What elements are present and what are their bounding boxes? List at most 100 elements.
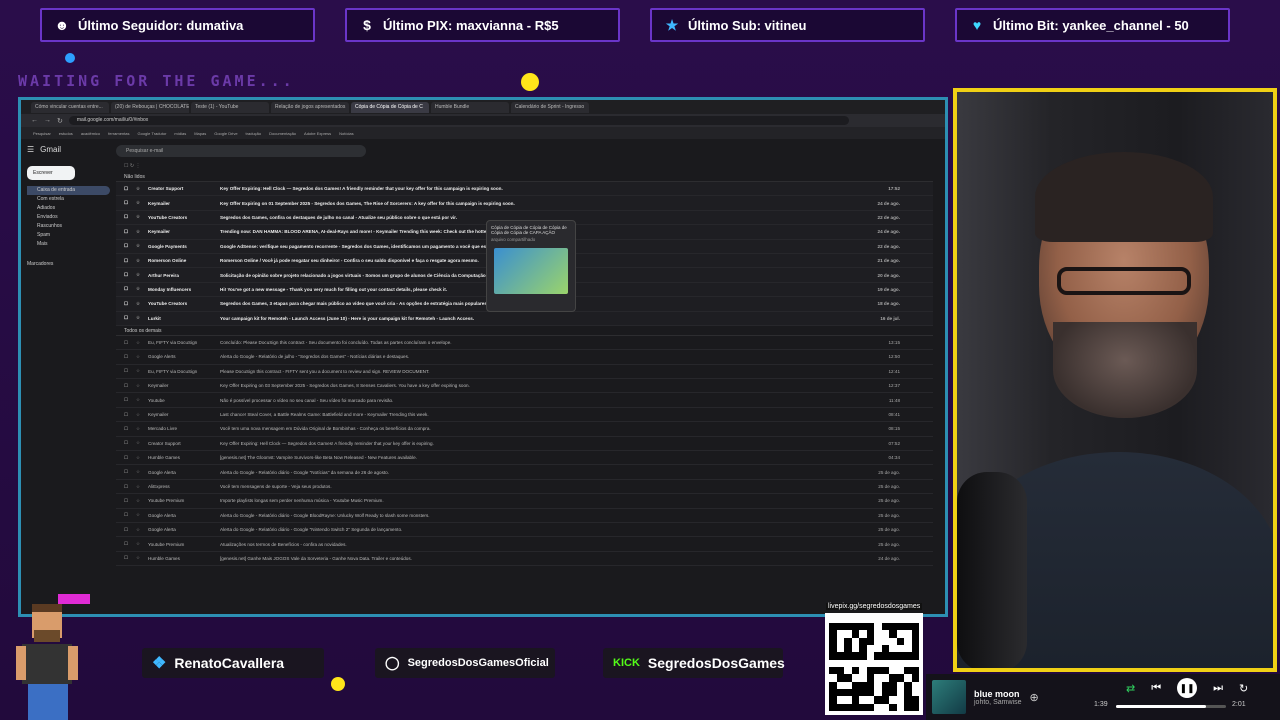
section-unread[interactable]: Não lidos <box>116 172 933 182</box>
checkbox-icon[interactable]: ☐ <box>124 541 136 547</box>
checkbox-icon[interactable]: ☐ <box>124 527 136 533</box>
star-icon[interactable]: ☆ <box>136 200 148 206</box>
browser-tab[interactable]: Humble Bundle <box>431 101 509 113</box>
checkbox-icon[interactable]: ☐ <box>124 214 136 220</box>
reload-icon[interactable]: ↻ <box>57 117 63 125</box>
checkbox-icon[interactable]: ☐ <box>124 383 136 389</box>
folder-inbox[interactable]: Caixa de entrada <box>27 186 110 195</box>
section-all[interactable]: Todos os demais <box>116 326 933 336</box>
checkbox-icon[interactable]: ☐ <box>124 368 136 374</box>
browser-tab[interactable]: Cómo vincular cuentas entre... <box>31 101 109 113</box>
star-icon[interactable]: ☆ <box>136 186 148 192</box>
folder-starred[interactable]: Com estrela <box>27 195 110 204</box>
checkbox-icon[interactable]: ☐ <box>124 200 136 206</box>
browser-tab-active[interactable]: Cópia de Cópia de Cópia de C <box>351 101 429 113</box>
mail-row[interactable]: ☐ ☆ AliExpress Você tem mensagens de suport… <box>116 480 933 495</box>
next-icon[interactable]: ⏭ <box>1213 682 1223 695</box>
star-icon[interactable]: ☆ <box>136 354 148 360</box>
checkbox-icon[interactable]: ☐ <box>124 186 136 192</box>
mail-row[interactable]: ☐ ☆ Google Alerta Alerta do Google - Relató… <box>116 523 933 538</box>
star-icon[interactable]: ☆ <box>136 243 148 249</box>
star-icon[interactable]: ☆ <box>136 258 148 264</box>
shuffle-icon[interactable]: ⇄ <box>1126 682 1135 695</box>
mail-row[interactable]: ☐ ☆ Google Alerts Alerta do Google - Relató… <box>116 350 933 365</box>
checkbox-icon[interactable]: ☐ <box>124 301 136 307</box>
checkbox-icon[interactable]: ☐ <box>124 340 136 346</box>
compose-button[interactable]: Escrever <box>27 166 75 180</box>
star-icon[interactable]: ☆ <box>136 397 148 403</box>
checkbox-icon[interactable]: ☐ <box>124 512 136 518</box>
checkbox-icon[interactable]: ☐ <box>124 484 136 490</box>
mail-row[interactable]: ☐ ☆ Eu, FIFTY via DocuSign Concluído: Pleas… <box>116 336 933 351</box>
mail-row[interactable]: ☐ ☆ Google Alerta Alerta do Google - Relató… <box>116 509 933 523</box>
browser-tab[interactable]: Relação de jogos apresentados <box>271 101 349 113</box>
star-icon[interactable]: ☆ <box>136 527 148 533</box>
star-icon[interactable]: ☆ <box>136 383 148 389</box>
folder-more[interactable]: Mais <box>27 240 110 249</box>
back-icon[interactable]: ← <box>31 117 38 124</box>
star-icon[interactable]: ☆ <box>136 555 148 561</box>
checkbox-icon[interactable]: ☐ <box>124 229 136 235</box>
browser-tab[interactable]: Calendário de Sprint - Ingresso <box>511 101 589 113</box>
checkbox-icon[interactable]: ☐ <box>124 243 136 249</box>
forward-icon[interactable]: → <box>44 117 51 124</box>
bookmark-item[interactable]: Adobe Express <box>304 131 331 136</box>
bookmark-item[interactable]: Mapas <box>194 131 206 136</box>
star-icon[interactable]: ☆ <box>136 368 148 374</box>
star-icon[interactable]: ☆ <box>136 315 148 321</box>
folder-sent[interactable]: Enviados <box>27 213 110 222</box>
mail-row[interactable]: ☐ ☆ Eu, FIFTY via DocuSign Please DocuSign … <box>116 365 933 380</box>
bookmark-item[interactable]: acadêmico <box>81 131 100 136</box>
star-icon[interactable]: ☆ <box>136 214 148 220</box>
mail-row[interactable]: ☐ ☆ Youtube Não é possível processar o víde… <box>116 393 933 408</box>
bookmark-item[interactable]: estudos <box>59 131 73 136</box>
search-input[interactable]: Pesquisar e-mail <box>116 145 366 157</box>
checkbox-icon[interactable]: ☐ <box>124 469 136 475</box>
progress-bar[interactable] <box>1116 705 1226 708</box>
mail-row[interactable]: ☐ ☆ Lurkit Your campaign kit for Remoteh - … <box>116 311 933 326</box>
folder-spam[interactable]: Spam <box>27 231 110 240</box>
star-icon[interactable]: ☆ <box>136 340 148 346</box>
mail-row[interactable]: ☐ ☆ Keymailer Key Offer Expiring on 03 Sept… <box>116 379 933 394</box>
repeat-icon[interactable]: ↻ <box>1239 682 1248 695</box>
star-icon[interactable]: ☆ <box>136 541 148 547</box>
checkbox-icon[interactable]: ☐ <box>124 455 136 461</box>
checkbox-icon[interactable]: ☐ <box>124 426 136 432</box>
bookmark-item[interactable]: Pesquisar <box>33 131 51 136</box>
checkbox-icon[interactable]: ☐ <box>124 412 136 418</box>
mail-row[interactable]: ☐ ☆ Humble Games [genesis.net] Ganhe Mais J… <box>116 552 933 567</box>
mail-row[interactable]: ☐ ☆ Humble Games [genesis.net] The Gloomst:… <box>116 451 933 466</box>
star-icon[interactable]: ☆ <box>136 455 148 461</box>
checkbox-icon[interactable]: ☐ <box>124 258 136 264</box>
url-input[interactable]: mail.google.com/mail/u/0/#inbox <box>68 116 849 125</box>
checkbox-icon[interactable]: ☐ <box>124 397 136 403</box>
mail-row[interactable]: ☐ ☆ Youtube Premium Importe playlists longa… <box>116 494 933 509</box>
bookmark-item[interactable]: mídias <box>174 131 186 136</box>
star-icon[interactable]: ☆ <box>136 412 148 418</box>
folder-drafts[interactable]: Rascunhos <box>27 222 110 231</box>
checkbox-icon[interactable]: ☐ <box>124 498 136 504</box>
checkbox-icon[interactable]: ☐ <box>124 272 136 278</box>
star-icon[interactable]: ☆ <box>136 498 148 504</box>
mail-row[interactable]: ☐ ☆ Creator Support Key Offer Expiring: Hel… <box>116 437 933 452</box>
star-icon[interactable]: ☆ <box>136 512 148 518</box>
pause-button[interactable]: ❚❚ <box>1177 678 1198 698</box>
star-icon[interactable]: ☆ <box>136 301 148 307</box>
star-icon[interactable]: ☆ <box>136 426 148 432</box>
star-icon[interactable]: ☆ <box>136 484 148 490</box>
checkbox-icon[interactable]: ☐ <box>124 286 136 292</box>
star-icon[interactable]: ☆ <box>136 272 148 278</box>
mail-row[interactable]: ☐ ☆ Youtube Premium Atualizações nos termos… <box>116 537 933 552</box>
star-icon[interactable]: ☆ <box>136 286 148 292</box>
checkbox-icon[interactable]: ☐ <box>124 555 136 561</box>
menu-icon[interactable]: ☰ <box>27 145 34 154</box>
browser-tab[interactable]: Teste (1) - YouTube <box>191 101 269 113</box>
mail-row[interactable]: ☐ ☆ Keymailer Key Offer Expiring on 01 Sept… <box>116 196 933 211</box>
bookmark-item[interactable]: Google Tradutor <box>138 131 167 136</box>
checkbox-icon[interactable]: ☐ <box>124 354 136 360</box>
add-icon[interactable]: ⊕ <box>1029 691 1038 704</box>
previous-icon[interactable]: ⏮ <box>1151 682 1161 695</box>
mail-row[interactable]: ☐ ☆ Google Alerta Alerta do Google - Relató… <box>116 465 933 480</box>
bookmark-item[interactable]: ferramentas <box>108 131 129 136</box>
star-icon[interactable]: ☆ <box>136 469 148 475</box>
